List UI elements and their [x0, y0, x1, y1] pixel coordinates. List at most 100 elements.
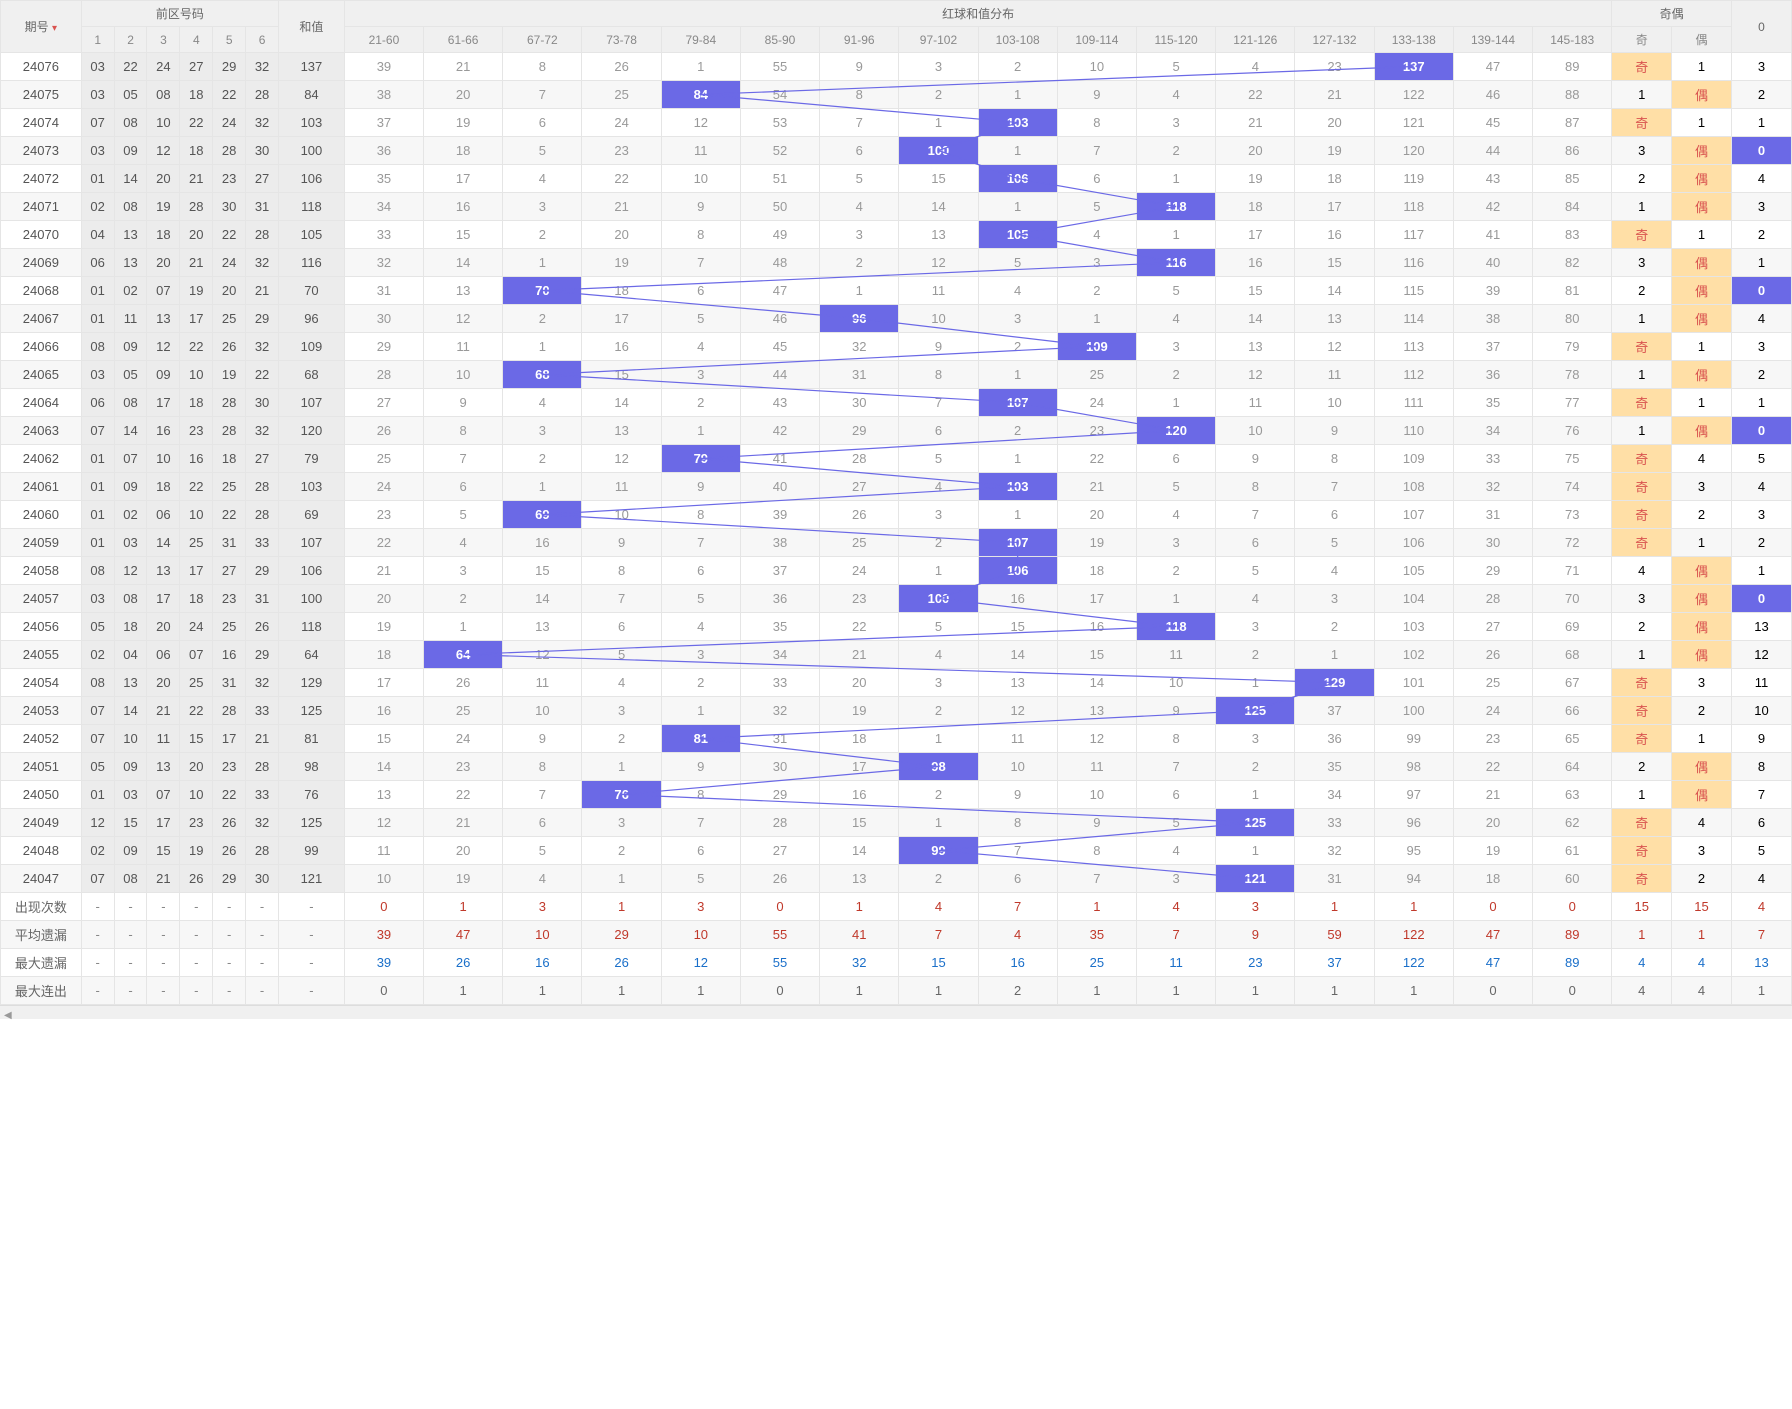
cell-dist: 13 [1216, 333, 1295, 361]
cell-dist: 13 [899, 221, 978, 249]
cell-dist: 102 [1374, 641, 1453, 669]
table-row: 2407407081022243210337196241253711038321… [1, 109, 1792, 137]
cell-dist: 64 [424, 641, 503, 669]
cell-front: 25 [180, 529, 213, 557]
cell-dist: 3 [661, 361, 740, 389]
cell-front: 30 [213, 193, 246, 221]
cell-front: 33 [246, 697, 279, 725]
cell-dist: 80 [1533, 305, 1612, 333]
cell-dist: 31 [1453, 501, 1532, 529]
stat-row: 出现次数-------013130147143110015154 [1, 893, 1792, 921]
cell-front: 26 [213, 809, 246, 837]
cell-dist: 81 [661, 725, 740, 753]
cell-dist: 114 [1374, 305, 1453, 333]
cell-dist: 33 [740, 669, 819, 697]
cell-dist: 6 [582, 613, 661, 641]
col-period[interactable]: 期号 ▾ [1, 1, 82, 53]
cell-zero: 0 [1731, 585, 1791, 613]
cell-dist: 35 [1295, 753, 1374, 781]
cell-dist: 3 [978, 305, 1057, 333]
cell-dist: 37 [1453, 333, 1532, 361]
table-row: 2406406081718283010727941424330710724111… [1, 389, 1792, 417]
cell-odd: 2 [1612, 165, 1672, 193]
cell-front: 26 [246, 613, 279, 641]
cell-period: 24068 [1, 277, 82, 305]
cell-dist: 2 [503, 305, 582, 333]
cell-sum: 96 [279, 305, 345, 333]
cell-dist: 5 [820, 165, 899, 193]
cell-front: 22 [213, 781, 246, 809]
cell-odd: 1 [1612, 781, 1672, 809]
cell-dist: 8 [899, 361, 978, 389]
cell-dist: 29 [344, 333, 423, 361]
cell-dist: 7 [424, 445, 503, 473]
cell-dist: 6 [1057, 165, 1136, 193]
cell-dist: 16 [1057, 613, 1136, 641]
cell-dist: 44 [1453, 137, 1532, 165]
cell-dist: 8 [820, 81, 899, 109]
cell-odd: 奇 [1612, 809, 1672, 837]
cell-dist: 3 [424, 557, 503, 585]
cell-dist: 9 [820, 53, 899, 81]
stat-label: 平均遗漏 [1, 921, 82, 949]
front-sub: 1 [81, 27, 114, 53]
cell-dist: 18 [1453, 865, 1532, 893]
cell-zero: 2 [1731, 221, 1791, 249]
cell-dist: 5 [503, 137, 582, 165]
cell-dist: 10 [899, 305, 978, 333]
cell-front: 13 [114, 221, 147, 249]
col-oe-title: 奇偶 [1612, 1, 1732, 27]
cell-dist: 104 [1374, 585, 1453, 613]
front-sub: 6 [246, 27, 279, 53]
cell-dist: 88 [1533, 81, 1612, 109]
cell-dist: 11 [1137, 641, 1216, 669]
cell-dist: 1 [1137, 221, 1216, 249]
table-row: 2406608091222263210929111164453292109313… [1, 333, 1792, 361]
cell-dist: 15 [1057, 641, 1136, 669]
col-zero: 0 [1731, 1, 1791, 53]
cell-dist: 11 [661, 137, 740, 165]
cell-dist: 21 [424, 809, 503, 837]
cell-dist: 14 [1057, 669, 1136, 697]
cell-dist: 46 [1453, 81, 1532, 109]
cell-period: 24058 [1, 557, 82, 585]
cell-dist: 3 [503, 193, 582, 221]
cell-dist: 4 [820, 193, 899, 221]
cell-dist: 2 [661, 389, 740, 417]
cell-dist: 76 [582, 781, 661, 809]
cell-front: 22 [180, 697, 213, 725]
cell-dist: 3 [1137, 109, 1216, 137]
cell-front: 20 [147, 669, 180, 697]
cell-dist: 23 [1295, 53, 1374, 81]
horizontal-scrollbar[interactable] [0, 1005, 1792, 1019]
cell-even: 1 [1672, 221, 1732, 249]
cell-front: 22 [180, 473, 213, 501]
cell-period: 24054 [1, 669, 82, 697]
cell-dist: 40 [740, 473, 819, 501]
cell-dist: 105 [1374, 557, 1453, 585]
cell-dist: 6 [1137, 781, 1216, 809]
cell-even: 偶 [1672, 249, 1732, 277]
cell-zero: 3 [1731, 501, 1791, 529]
cell-odd: 奇 [1612, 445, 1672, 473]
cell-dist: 16 [978, 585, 1057, 613]
table-row: 2406701111317252996301221754696103141413… [1, 305, 1792, 333]
cell-dist: 27 [344, 389, 423, 417]
cell-dist: 24 [582, 109, 661, 137]
cell-sum: 100 [279, 137, 345, 165]
cell-dist: 7 [1295, 473, 1374, 501]
cell-front: 03 [81, 81, 114, 109]
cell-dist: 107 [978, 389, 1057, 417]
cell-front: 25 [213, 613, 246, 641]
cell-dist: 34 [344, 193, 423, 221]
cell-dist: 30 [820, 389, 899, 417]
cell-dist: 20 [424, 81, 503, 109]
front-sub: 3 [147, 27, 180, 53]
cell-dist: 19 [1453, 837, 1532, 865]
cell-dist: 1 [978, 193, 1057, 221]
cell-zero: 1 [1731, 109, 1791, 137]
cell-dist: 75 [1533, 445, 1612, 473]
cell-dist: 5 [661, 585, 740, 613]
cell-dist: 10 [424, 361, 503, 389]
cell-dist: 10 [978, 753, 1057, 781]
